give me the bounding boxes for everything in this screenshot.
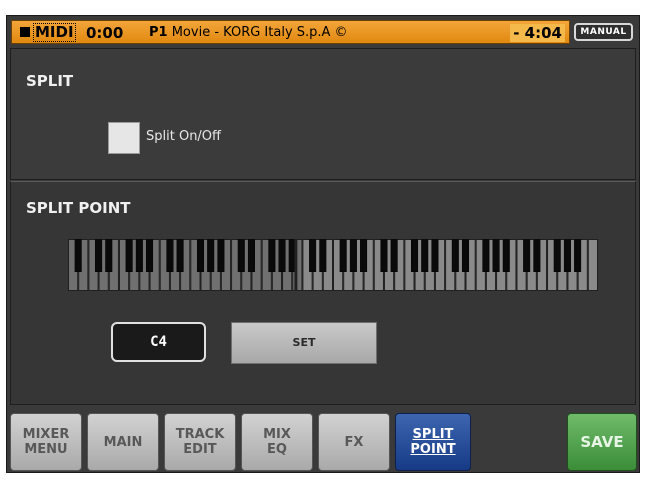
- black-key: [390, 239, 398, 272]
- split-point-panel: SPLIT POINT C4 SET: [10, 181, 636, 405]
- black-key: [237, 239, 245, 272]
- black-key: [176, 239, 184, 272]
- split-checkbox[interactable]: [108, 122, 140, 154]
- black-key: [411, 239, 419, 272]
- song-number: P1: [149, 25, 168, 40]
- black-key: [492, 239, 500, 272]
- black-key: [563, 239, 571, 272]
- black-key: [461, 239, 470, 272]
- black-key: [431, 239, 439, 272]
- set-button[interactable]: SET: [231, 322, 377, 364]
- tab-mixer-menu[interactable]: MIXER MENU: [10, 413, 82, 471]
- black-key: [125, 239, 133, 272]
- black-key: [533, 239, 541, 272]
- white-key: [587, 239, 598, 291]
- black-key: [95, 239, 103, 272]
- tab-label: MIXER MENU: [22, 427, 70, 457]
- black-key: [268, 239, 276, 272]
- split-title: SPLIT: [26, 72, 74, 90]
- black-key: [349, 239, 357, 272]
- time-display: 0:00: [86, 24, 124, 42]
- black-key: [105, 239, 113, 272]
- manual-button[interactable]: MANUAL: [574, 23, 633, 41]
- song-title: P1 Movie - KORG Italy S.p.A ©: [149, 25, 348, 40]
- tab-main[interactable]: MAIN: [87, 413, 159, 471]
- black-key: [74, 239, 82, 272]
- header-bar: MIDI 0:00 P1 Movie - KORG Italy S.p.A © …: [11, 20, 635, 44]
- tab-label: TRACK EDIT: [175, 427, 225, 457]
- stop-square-icon: [20, 27, 30, 37]
- tab-label: MIX EQ: [263, 427, 291, 457]
- split-panel: SPLIT Split On/Off: [10, 48, 636, 180]
- mode-indicator[interactable]: MIDI: [33, 23, 76, 42]
- tab-track-edit[interactable]: TRACK EDIT: [164, 413, 236, 471]
- black-key: [217, 239, 225, 272]
- song-info-bar[interactable]: MIDI 0:00 P1 Movie - KORG Italy S.p.A © …: [11, 20, 570, 44]
- save-label: SAVE: [580, 432, 624, 451]
- black-key: [146, 239, 154, 272]
- keyboard[interactable]: [68, 239, 598, 291]
- black-key: [360, 239, 368, 272]
- black-key: [482, 239, 490, 272]
- black-key: [553, 239, 561, 272]
- tab-split-point[interactable]: SPLIT POINT: [395, 413, 471, 471]
- split-checkbox-label[interactable]: Split On/Off: [146, 129, 221, 144]
- song-name: Movie - KORG Italy S.p.A ©: [171, 25, 348, 40]
- black-key: [309, 239, 317, 272]
- screen: MIDI 0:00 P1 Movie - KORG Italy S.p.A © …: [6, 15, 640, 473]
- black-key: [502, 239, 510, 272]
- tab-label: SPLIT POINT: [410, 427, 456, 457]
- black-key: [135, 239, 143, 272]
- black-key: [319, 239, 327, 272]
- black-key: [523, 239, 531, 272]
- remaining-time: - 4:04: [510, 24, 565, 42]
- black-key: [247, 239, 255, 272]
- tab-label: FX: [344, 434, 364, 450]
- black-key: [278, 239, 286, 272]
- black-key: [380, 239, 388, 272]
- split-point-title: SPLIT POINT: [26, 199, 131, 217]
- black-key: [166, 239, 174, 272]
- tab-fx[interactable]: FX: [318, 413, 390, 471]
- black-key: [339, 239, 347, 272]
- black-key: [207, 239, 215, 272]
- note-value-button[interactable]: C4: [111, 322, 206, 362]
- tab-mix-eq[interactable]: MIX EQ: [241, 413, 313, 471]
- black-key: [421, 239, 429, 272]
- save-button[interactable]: SAVE: [567, 413, 637, 471]
- black-key: [451, 239, 459, 272]
- black-key: [196, 239, 205, 272]
- tab-label: MAIN: [103, 434, 143, 450]
- black-key: [574, 239, 582, 272]
